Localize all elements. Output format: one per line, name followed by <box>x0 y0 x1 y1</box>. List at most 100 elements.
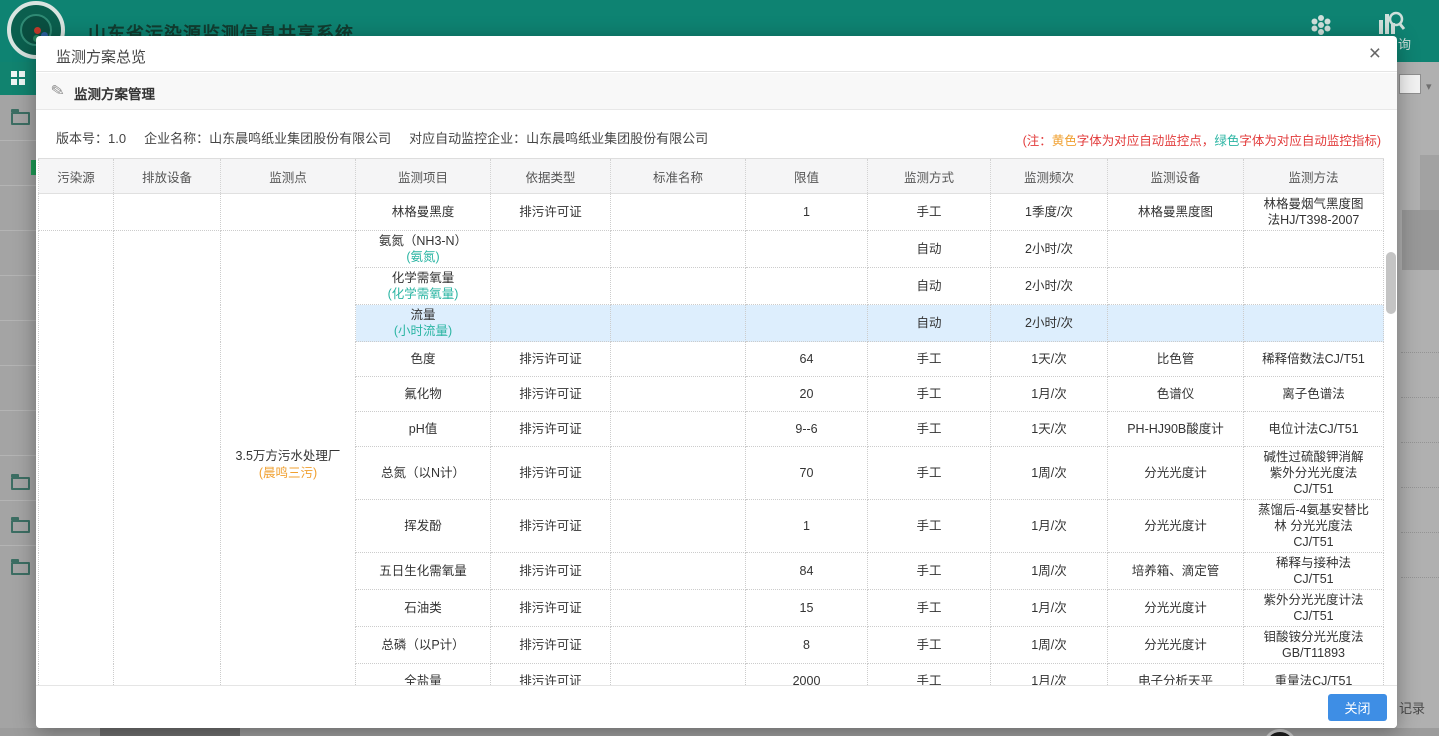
table-cell <box>611 500 746 553</box>
table-cell: 1月/次 <box>991 500 1108 553</box>
table-cell: 1天/次 <box>991 342 1108 377</box>
table-cell: 手工 <box>868 377 991 412</box>
close-icon[interactable]: × <box>1369 42 1381 66</box>
project-name: 总氮（以N计） <box>360 465 486 481</box>
project-cell: 总氮（以N计） <box>356 447 491 500</box>
table-cell: 排污许可证 <box>491 447 611 500</box>
folder-icon <box>11 112 30 125</box>
project-cell: 氨氮（NH3-N）(氨氮) <box>356 231 491 268</box>
project-cell: 流量(小时流量) <box>356 305 491 342</box>
note-segment: 字体为对应自动监控点， <box>1077 134 1215 148</box>
table-cell: 钼酸铵分光光度法 GB/T11893 <box>1244 627 1384 664</box>
color-legend-note: (注：黄色字体为对应自动监控点，绿色字体为对应自动监控指标) <box>1023 130 1381 149</box>
table-cell: 手工 <box>868 627 991 664</box>
table-row[interactable]: 3.5万方污水处理厂(晨鸣三污)氨氮（NH3-N）(氨氮)自动2小时/次 <box>39 231 1384 268</box>
table-cell <box>611 268 746 305</box>
table-scrollbar[interactable] <box>1386 160 1396 679</box>
table-cell <box>746 231 868 268</box>
company-label: 企业名称： <box>144 131 209 146</box>
table-header-cell: 污染源 <box>39 159 114 194</box>
project-name: 林格曼黑度 <box>360 204 486 220</box>
table-cell: 色谱仪 <box>1108 377 1244 412</box>
table-header-cell: 依据类型 <box>491 159 611 194</box>
project-name: 五日生化需氧量 <box>360 563 486 579</box>
table-cell: 排污许可证 <box>491 590 611 627</box>
table-cell: 手工 <box>868 500 991 553</box>
section-title: 监测方案管理 <box>74 83 155 103</box>
folder-icon <box>11 477 30 490</box>
table-cell <box>611 553 746 590</box>
table-cell <box>1244 231 1384 268</box>
project-name: 氟化物 <box>360 386 486 402</box>
project-name: 石油类 <box>360 600 486 616</box>
close-button[interactable]: 关闭 <box>1328 694 1387 721</box>
project-auto-indicator: (化学需氧量) <box>360 286 486 302</box>
table-cell: 排污许可证 <box>491 627 611 664</box>
modal-title: 监测方案总览 <box>56 46 146 67</box>
project-auto-indicator: (氨氮) <box>360 249 486 265</box>
table-cell: 2小时/次 <box>991 268 1108 305</box>
table-cell: 8 <box>746 627 868 664</box>
project-name: 总磷（以P计） <box>360 637 486 653</box>
table-cell <box>1108 305 1244 342</box>
table-cell <box>491 268 611 305</box>
table-cell <box>114 194 221 231</box>
scrollbar-thumb[interactable] <box>1386 252 1396 314</box>
project-name: pH值 <box>360 421 486 437</box>
folder-icon <box>11 562 30 575</box>
table-cell: 1月/次 <box>991 377 1108 412</box>
table-row[interactable]: 林格曼黑度排污许可证1手工1季度/次林格曼黑度图林格曼烟气黑度图 法HJ/T39… <box>39 194 1384 231</box>
table-cell: 1周/次 <box>991 553 1108 590</box>
table-cell: 排污许可证 <box>491 412 611 447</box>
modal-footer: 关闭 <box>36 685 1397 728</box>
table-cell: 稀释与接种法 CJ/T51 <box>1244 553 1384 590</box>
monitor-point-cell: 3.5万方污水处理厂(晨鸣三污) <box>221 231 356 699</box>
table-cell <box>611 412 746 447</box>
table-cell: 64 <box>746 342 868 377</box>
modal-titlebar: 监测方案总览 × <box>36 36 1397 72</box>
table-cell: 林格曼烟气黑度图 法HJ/T398-2007 <box>1244 194 1384 231</box>
table-cell: 稀释倍数法CJ/T51 <box>1244 342 1384 377</box>
sidebar <box>0 62 36 728</box>
project-cell: 化学需氧量(化学需氧量) <box>356 268 491 305</box>
monitoring-plan-modal: 监测方案总览 × ✎ 监测方案管理 版本号：1.0企业名称：山东晨鸣纸业集团股份… <box>36 36 1397 728</box>
background-avatar <box>1263 729 1297 736</box>
caret-down-icon: ▾ <box>1426 80 1432 93</box>
table-cell <box>611 194 746 231</box>
table-header-cell: 监测方式 <box>868 159 991 194</box>
table-cell: 分光光度计 <box>1108 590 1244 627</box>
table-cell: 20 <box>746 377 868 412</box>
company-value: 山东晨鸣纸业集团股份有限公司 <box>209 131 391 146</box>
table-cell: 排污许可证 <box>491 342 611 377</box>
table-cell <box>746 305 868 342</box>
table-cell <box>746 268 868 305</box>
table-cell: 排污许可证 <box>491 500 611 553</box>
project-cell: 总磷（以P计） <box>356 627 491 664</box>
table-cell: 林格曼黑度图 <box>1108 194 1244 231</box>
pen-icon: ✎ <box>49 80 66 102</box>
note-segment: (注： <box>1023 134 1052 148</box>
table-cell: 排污许可证 <box>491 553 611 590</box>
pollution-source-cell <box>39 231 114 699</box>
table-cell <box>491 231 611 268</box>
monitor-point-auto-tag: (晨鸣三污) <box>225 465 351 482</box>
table-cell: PH-HJ90B酸度计 <box>1108 412 1244 447</box>
table-cell: 1天/次 <box>991 412 1108 447</box>
table-cell <box>491 305 611 342</box>
table-header-cell: 限值 <box>746 159 868 194</box>
table-cell: 分光光度计 <box>1108 627 1244 664</box>
table-cell <box>1108 268 1244 305</box>
table-cell: 1月/次 <box>991 590 1108 627</box>
table-cell <box>1244 268 1384 305</box>
monitor-point-name: 3.5万方污水处理厂 <box>225 448 351 465</box>
project-name: 化学需氧量 <box>360 270 486 286</box>
table-header-cell: 监测设备 <box>1108 159 1244 194</box>
table-cell: 2小时/次 <box>991 305 1108 342</box>
table-cell: 手工 <box>868 447 991 500</box>
table-cell: 紫外分光光度计法 CJ/T51 <box>1244 590 1384 627</box>
table-cell <box>611 231 746 268</box>
note-segment: 黄色 <box>1052 134 1077 148</box>
table-cell <box>611 627 746 664</box>
project-cell: pH值 <box>356 412 491 447</box>
auto-company-label: 对应自动监控企业： <box>409 131 526 146</box>
